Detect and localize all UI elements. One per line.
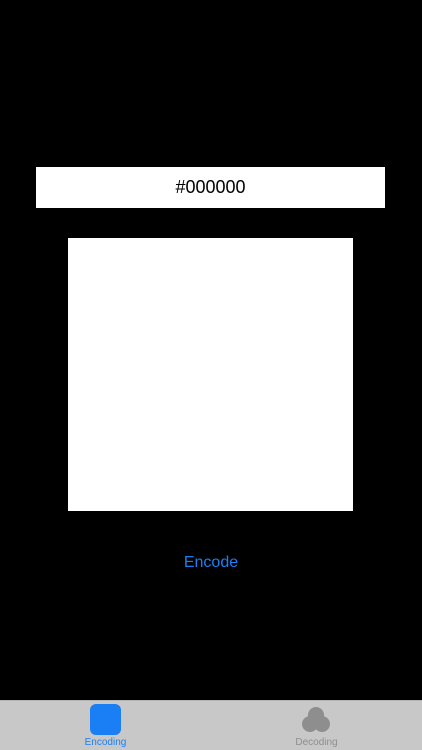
tab-encoding-label: Encoding [84, 737, 127, 748]
tab-encoding[interactable]: Encoding [0, 701, 211, 750]
hex-color-field[interactable]: #000000 [36, 167, 385, 208]
square-icon [90, 704, 121, 735]
encode-button[interactable]: Encode [150, 550, 272, 576]
tab-decoding[interactable]: Decoding [211, 701, 422, 750]
tab-bar: Encoding Decoding [0, 700, 422, 750]
overlapping-circles-icon [302, 707, 330, 732]
tab-decoding-label: Decoding [295, 737, 338, 748]
color-preview-swatch [68, 238, 353, 511]
